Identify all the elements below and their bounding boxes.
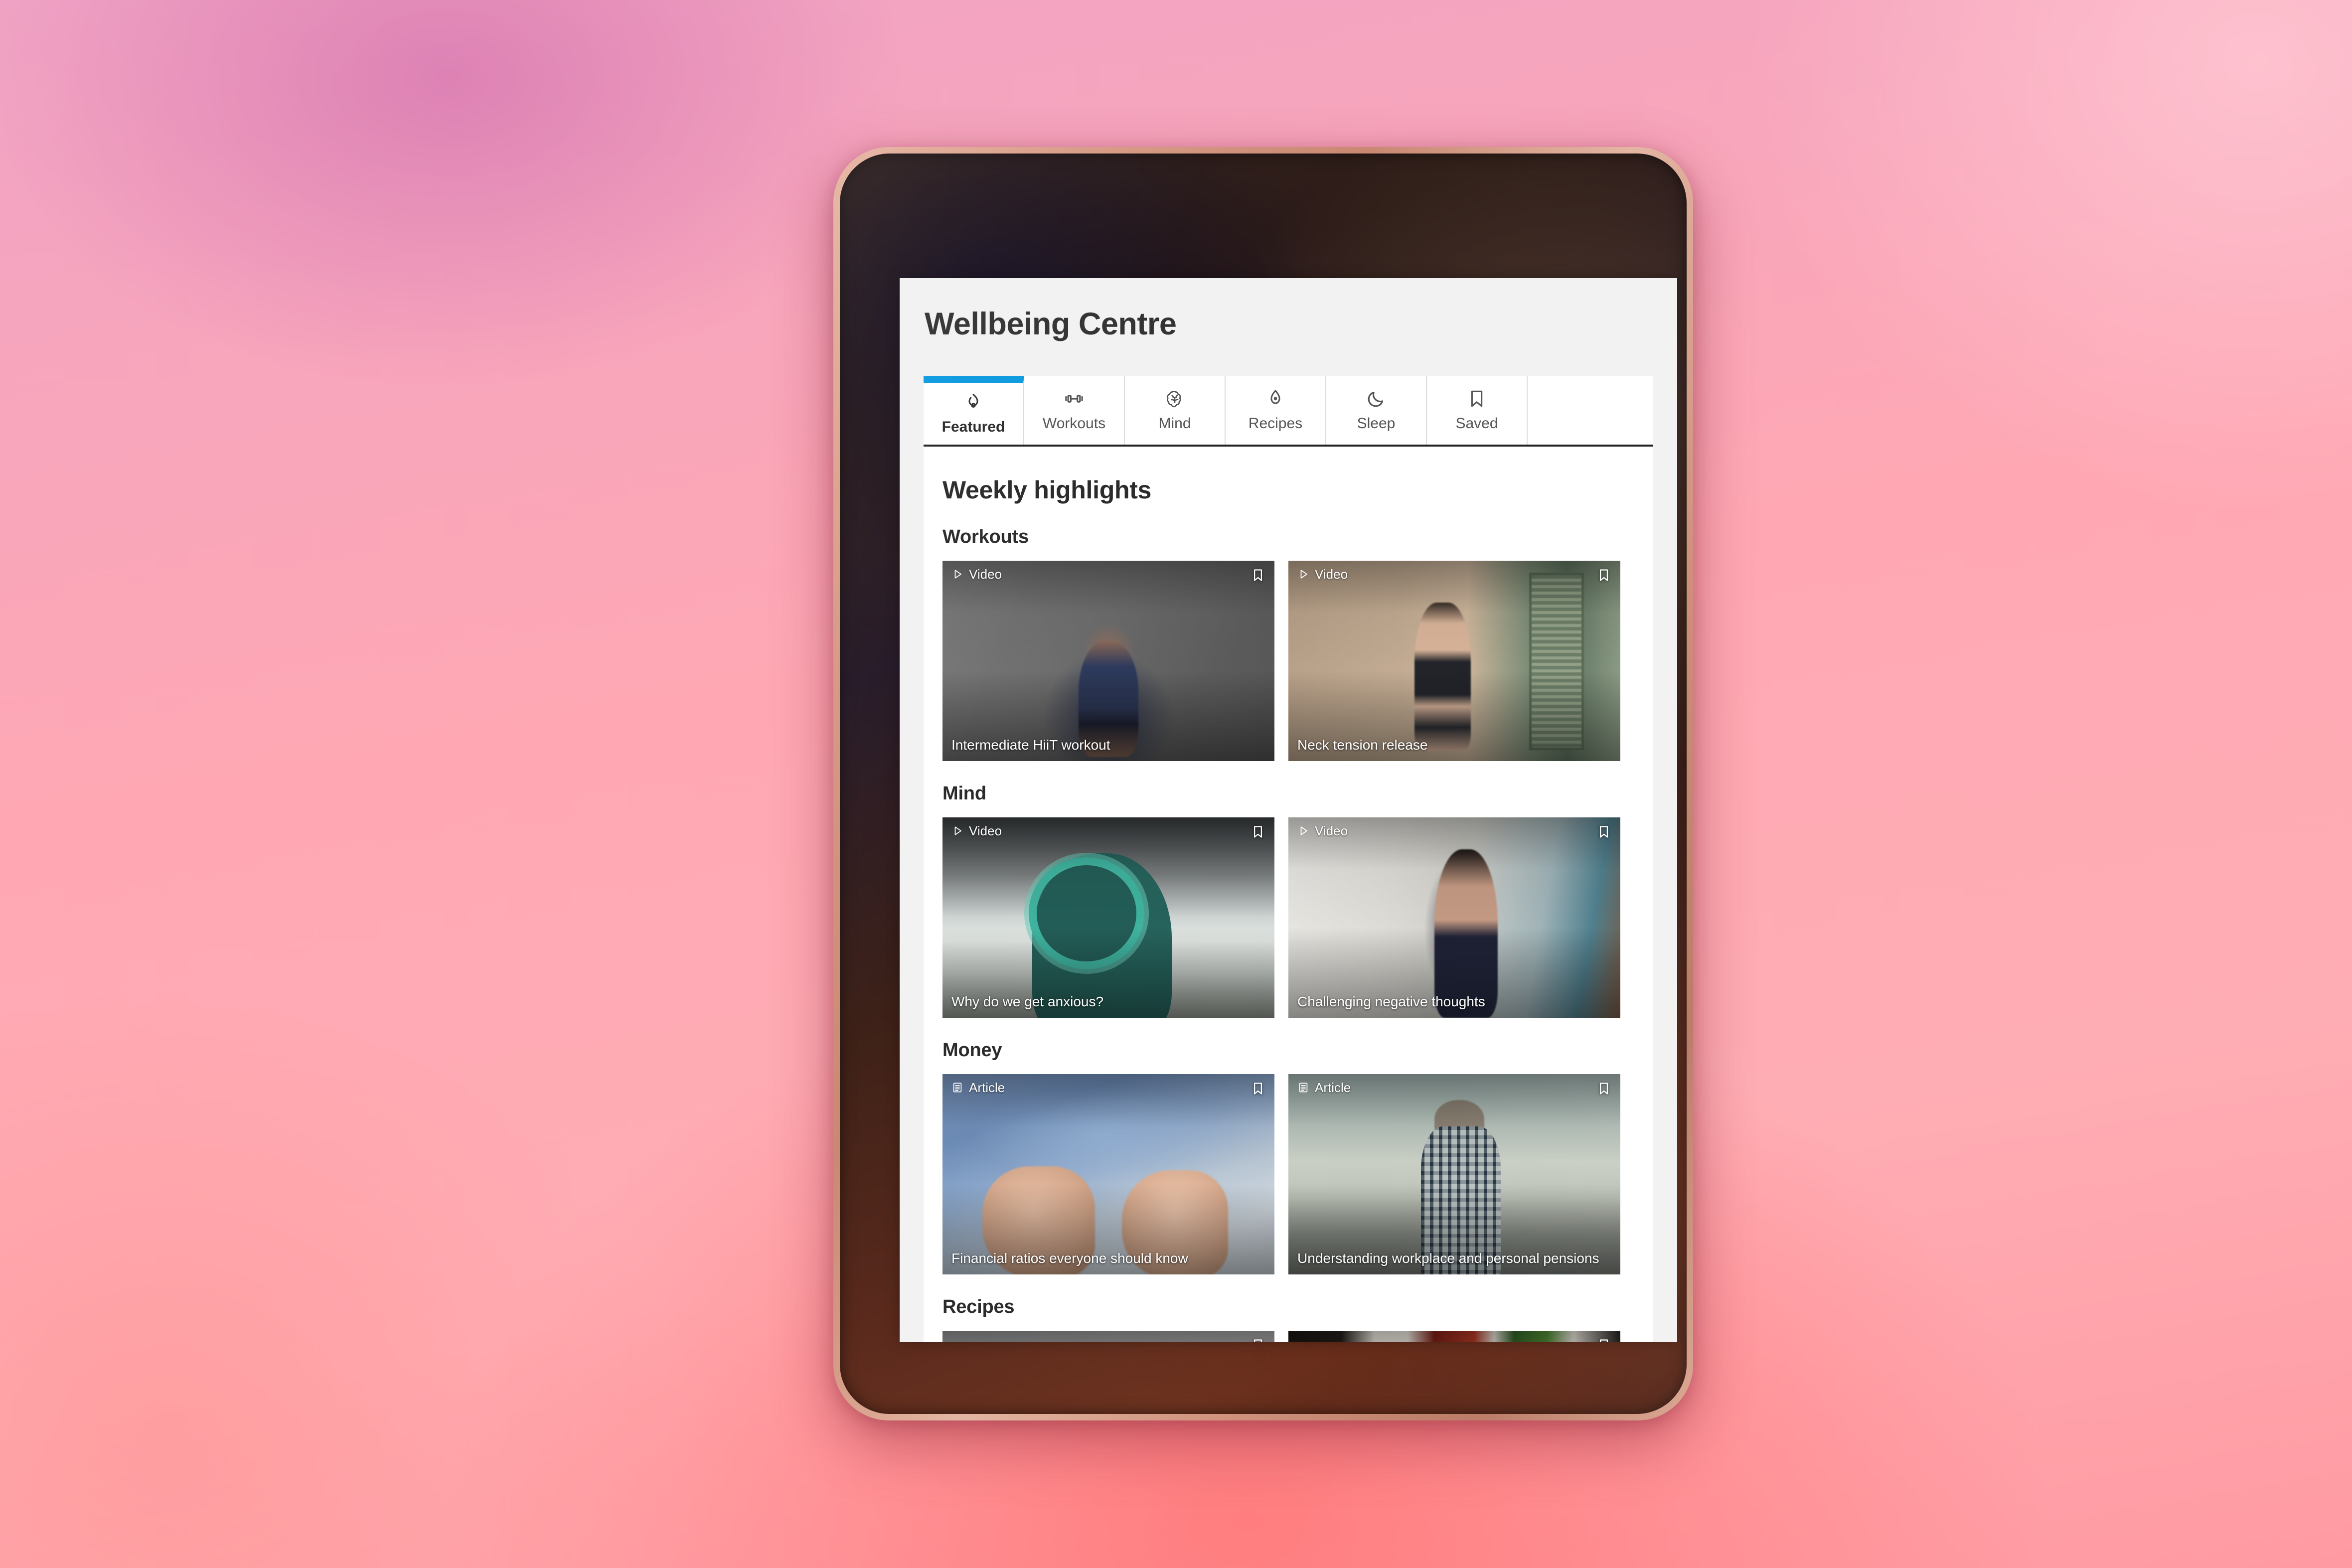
card-type-label: Article <box>1315 1080 1351 1095</box>
content-card[interactable]: Article Understanding workplace and pers… <box>1288 1074 1620 1274</box>
play-icon <box>951 568 963 580</box>
document-icon <box>1297 1082 1309 1094</box>
card-title: Intermediate HiiT workout <box>951 737 1110 753</box>
card-row <box>942 1331 1634 1342</box>
card-type-label: Video <box>1315 567 1348 582</box>
card-title: Why do we get anxious? <box>951 993 1104 1009</box>
card-title: Understanding workplace and personal pen… <box>1297 1250 1599 1266</box>
tab-recipes[interactable]: Recipes <box>1226 376 1326 445</box>
sections-list: Workouts Video Intermediate HiiT workout… <box>942 504 1634 1342</box>
content-card[interactable] <box>942 1331 1274 1342</box>
card-row: Article Financial ratios everyone should… <box>942 1074 1634 1274</box>
moon-icon <box>1366 388 1387 409</box>
card-type-badge: Video <box>1297 824 1348 837</box>
content-card[interactable]: Video Intermediate HiiT workout <box>942 561 1274 761</box>
page-title: Wellbeing Centre <box>925 307 1177 341</box>
tab-bar: Featured Workouts Mind Recipes Sleep Sav… <box>924 376 1653 447</box>
play-icon <box>951 825 963 837</box>
tab-label: Saved <box>1455 415 1498 432</box>
card-type-badge: Article <box>951 1081 1005 1094</box>
tab-label: Sleep <box>1357 415 1396 432</box>
card-overlay <box>942 1331 1274 1342</box>
bookmark-icon[interactable] <box>1596 567 1611 584</box>
tablet-screen: Wellbeing Centre Featured Workouts Mind … <box>840 154 1687 1414</box>
app-viewport: Wellbeing Centre Featured Workouts Mind … <box>900 278 1677 1342</box>
card-overlay <box>1288 1074 1620 1274</box>
content-area: Weekly highlights Workouts Video Interme… <box>924 447 1653 1342</box>
section-heading-workouts: Workouts <box>942 526 1029 547</box>
card-row: Video Why do we get anxious? Video Chall… <box>942 817 1634 1018</box>
tab-sleep[interactable]: Sleep <box>1326 376 1427 445</box>
bookmark-icon[interactable] <box>1251 1337 1265 1342</box>
tab-workouts[interactable]: Workouts <box>1024 376 1125 445</box>
card-type-label: Article <box>969 1080 1005 1095</box>
card-overlay <box>1288 1331 1620 1342</box>
section-heading-recipes: Recipes <box>942 1296 1015 1317</box>
tab-mind[interactable]: Mind <box>1125 376 1226 445</box>
brain-icon <box>1164 388 1185 409</box>
card-overlay <box>1288 561 1620 761</box>
content-card[interactable]: Video Why do we get anxious? <box>942 817 1274 1018</box>
card-overlay <box>942 817 1274 1018</box>
app-page: Wellbeing Centre Featured Workouts Mind … <box>900 278 1677 1342</box>
tablet-device: Wellbeing Centre Featured Workouts Mind … <box>833 147 1693 1420</box>
card-type-label: Video <box>1315 823 1348 838</box>
content-card[interactable]: Video Challenging negative thoughts <box>1288 817 1620 1018</box>
tab-label: Mind <box>1158 415 1191 432</box>
document-icon <box>951 1082 963 1094</box>
card-title: Challenging negative thoughts <box>1297 993 1485 1009</box>
bookmark-icon <box>1466 388 1487 409</box>
content-card[interactable] <box>1288 1331 1620 1342</box>
card-type-badge: Video <box>1297 568 1348 581</box>
card-title: Financial ratios everyone should know <box>951 1250 1188 1266</box>
play-icon <box>1297 568 1309 580</box>
weekly-highlights-heading: Weekly highlights <box>942 476 1152 504</box>
bookmark-icon[interactable] <box>1596 1080 1611 1097</box>
bookmark-icon[interactable] <box>1251 1080 1265 1097</box>
card-type-badge: Video <box>951 824 1002 837</box>
flame-icon <box>963 392 984 413</box>
tab-label: Featured <box>941 419 1005 435</box>
section-heading-mind: Mind <box>942 783 986 804</box>
play-icon <box>1297 825 1309 837</box>
tab-label: Recipes <box>1248 415 1303 432</box>
section-heading-money: Money <box>942 1040 1002 1061</box>
card-overlay <box>1288 817 1620 1018</box>
tab-featured[interactable]: Featured <box>924 376 1024 445</box>
avocado-icon <box>1265 388 1286 409</box>
dumbbell-icon <box>1064 388 1085 409</box>
card-overlay <box>942 1074 1274 1274</box>
card-type-label: Video <box>969 567 1002 582</box>
card-type-label: Video <box>969 823 1002 838</box>
card-type-badge: Video <box>951 568 1002 581</box>
card-overlay <box>942 561 1274 761</box>
card-type-badge: Article <box>1297 1081 1351 1094</box>
content-card[interactable]: Video Neck tension release <box>1288 561 1620 761</box>
tab-label: Workouts <box>1042 415 1106 432</box>
bookmark-icon[interactable] <box>1251 567 1265 584</box>
bookmark-icon[interactable] <box>1596 1337 1611 1342</box>
tab-saved[interactable]: Saved <box>1427 376 1528 445</box>
tab-bar-spacer <box>1528 376 1653 445</box>
content-card[interactable]: Article Financial ratios everyone should… <box>942 1074 1274 1274</box>
bookmark-icon[interactable] <box>1596 823 1611 840</box>
bookmark-icon[interactable] <box>1251 823 1265 840</box>
card-title: Neck tension release <box>1297 737 1428 753</box>
card-row: Video Intermediate HiiT workout Video Ne… <box>942 561 1634 761</box>
